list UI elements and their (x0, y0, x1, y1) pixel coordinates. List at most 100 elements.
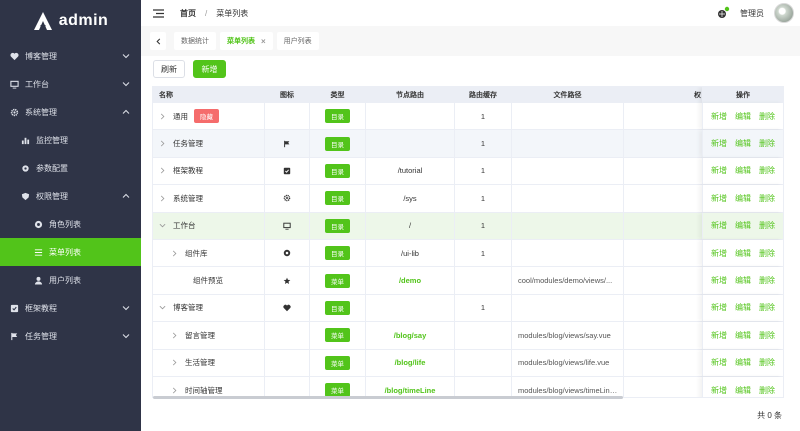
row-edit-button[interactable]: 编辑 (735, 357, 751, 368)
row-add-button[interactable]: 新增 (711, 165, 727, 176)
cell-name: 组件库 (153, 239, 265, 267)
chevron-right-icon[interactable] (159, 113, 167, 120)
chevron-right-icon[interactable] (171, 250, 179, 257)
cell-path (512, 103, 624, 130)
row-edit-button[interactable]: 编辑 (735, 138, 751, 149)
table-row[interactable]: 时间轴管理 菜单 /blog/timeLine modules/blog/vie… (153, 376, 783, 397)
table-row[interactable]: 生活管理 菜单 /blog/life modules/blog/views/li… (153, 349, 783, 377)
table-row[interactable]: 任务管理 目录 1 新增 编辑 删除 (153, 130, 783, 158)
route-text[interactable]: /blog/say (394, 331, 427, 340)
chevron-right-icon[interactable] (159, 167, 167, 174)
row-delete-button[interactable]: 删除 (759, 165, 775, 176)
sidebar-item-roles[interactable]: 角色列表 (0, 210, 141, 238)
breadcrumb-home[interactable]: 首页 (180, 8, 196, 19)
row-edit-button[interactable]: 编辑 (735, 220, 751, 231)
row-add-button[interactable]: 新增 (711, 385, 727, 396)
row-delete-button[interactable]: 删除 (759, 220, 775, 231)
cell-path (512, 212, 624, 239)
row-delete-button[interactable]: 删除 (759, 302, 775, 313)
sidebar-item-menus[interactable]: 菜单列表 (0, 238, 141, 266)
row-edit-button[interactable]: 编辑 (735, 330, 751, 341)
route-text[interactable]: /blog/timeLine (385, 386, 436, 395)
table-row[interactable]: 通用 隐藏 目录 1 新增 编辑 删除 (153, 103, 783, 131)
row-delete-button[interactable]: 删除 (759, 357, 775, 368)
cell-keep (455, 349, 512, 376)
chevron-right-icon[interactable] (171, 332, 179, 339)
route-text[interactable]: /blog/life (395, 358, 426, 367)
logo: admin (0, 0, 141, 42)
tab-stats[interactable]: 数据统计 (174, 32, 216, 50)
chevron-down-icon[interactable] (159, 222, 167, 229)
chevron-right-icon[interactable] (159, 195, 167, 202)
row-delete-button[interactable]: 删除 (759, 385, 775, 396)
type-badge: 目录 (325, 191, 350, 206)
table-row[interactable]: 博客管理 目录 1 新增 编辑 删除 (153, 294, 783, 323)
check-square-icon (283, 167, 291, 175)
bug-status-icon[interactable] (716, 6, 730, 20)
close-icon[interactable]: × (261, 37, 266, 46)
cell-route: /demo (366, 267, 455, 294)
table-row[interactable]: 工作台 目录 / 1 新增 编辑 删除 (153, 212, 783, 240)
cell-path (512, 239, 624, 267)
table-row[interactable]: 组件库 目录 /ui-lib 1 新增 编辑 删除 (153, 239, 783, 268)
path-text: cool/modules/demo/views/... (518, 276, 613, 286)
sidebar-item-tasks[interactable]: 任务管理 (0, 322, 141, 350)
cell-ops: 新增 编辑 删除 (702, 212, 783, 239)
tab-users[interactable]: 用户列表 (276, 32, 319, 50)
row-edit-button[interactable]: 编辑 (735, 275, 751, 286)
tabs-back-button[interactable] (150, 32, 166, 50)
row-add-button[interactable]: 新增 (711, 357, 727, 368)
row-add-button[interactable]: 新增 (711, 111, 727, 122)
user-name[interactable]: 管理员 (740, 8, 764, 19)
chevron-down-icon[interactable] (159, 304, 167, 311)
row-delete-button[interactable]: 删除 (759, 248, 775, 259)
table-row[interactable]: 组件预览 菜单 /demo cool/modules/demo/views/..… (153, 267, 783, 295)
tab-menus[interactable]: 菜单列表 × (220, 32, 273, 50)
table-row[interactable]: 系统管理 目录 /sys 1 新增 编辑 删除 (153, 185, 783, 213)
row-edit-button[interactable]: 编辑 (735, 193, 751, 204)
row-edit-button[interactable]: 编辑 (735, 302, 751, 313)
row-edit-button[interactable]: 编辑 (735, 248, 751, 259)
sidebar-item-params[interactable]: 参数配置 (0, 154, 141, 182)
row-delete-button[interactable]: 删除 (759, 275, 775, 286)
row-edit-button[interactable]: 编辑 (735, 165, 751, 176)
menu-toggle-icon[interactable] (153, 8, 164, 18)
add-button[interactable]: 新增 (193, 60, 226, 78)
route-text[interactable]: /demo (399, 276, 421, 285)
row-add-button[interactable]: 新增 (711, 193, 727, 204)
table-row[interactable]: 留言管理 菜单 /blog/say modules/blog/views/say… (153, 322, 783, 350)
table-row[interactable]: 框架教程 目录 /tutorial 1 新增 编辑 删除 (153, 157, 783, 186)
chevron-down-icon (122, 306, 130, 311)
row-delete-button[interactable]: 删除 (759, 330, 775, 341)
sidebar-item-tutorial[interactable]: 框架教程 (0, 294, 141, 322)
chevron-right-icon[interactable] (171, 359, 179, 366)
sidebar-item-blog[interactable]: 博客管理 (0, 42, 141, 70)
col-route: 节点路由 (366, 87, 455, 103)
refresh-button[interactable]: 刷新 (153, 60, 185, 78)
horizontal-scrollbar[interactable] (153, 396, 623, 399)
sidebar-item-monitor[interactable]: 监控管理 (0, 126, 141, 154)
breadcrumb-separator: / (205, 8, 208, 18)
row-delete-button[interactable]: 删除 (759, 111, 775, 122)
row-add-button[interactable]: 新增 (711, 275, 727, 286)
row-add-button[interactable]: 新增 (711, 138, 727, 149)
chevron-right-icon[interactable] (171, 387, 179, 394)
cell-icon (265, 103, 310, 130)
sidebar-item-users[interactable]: 用户列表 (0, 266, 141, 294)
sidebar-item-workbench[interactable]: 工作台 (0, 70, 141, 98)
row-add-button[interactable]: 新增 (711, 302, 727, 313)
sidebar-item-system[interactable]: 系统管理 (0, 98, 141, 126)
type-badge: 菜单 (325, 383, 350, 397)
sidebar-item-label: 监控管理 (36, 135, 68, 145)
chevron-right-icon[interactable] (159, 140, 167, 147)
row-add-button[interactable]: 新增 (711, 330, 727, 341)
row-edit-button[interactable]: 编辑 (735, 385, 751, 396)
cell-name: 组件预览 (153, 267, 265, 294)
row-delete-button[interactable]: 删除 (759, 138, 775, 149)
row-delete-button[interactable]: 删除 (759, 193, 775, 204)
avatar[interactable] (774, 3, 794, 23)
row-add-button[interactable]: 新增 (711, 220, 727, 231)
row-edit-button[interactable]: 编辑 (735, 111, 751, 122)
row-add-button[interactable]: 新增 (711, 248, 727, 259)
sidebar-item-permission[interactable]: 权限管理 (0, 182, 141, 210)
